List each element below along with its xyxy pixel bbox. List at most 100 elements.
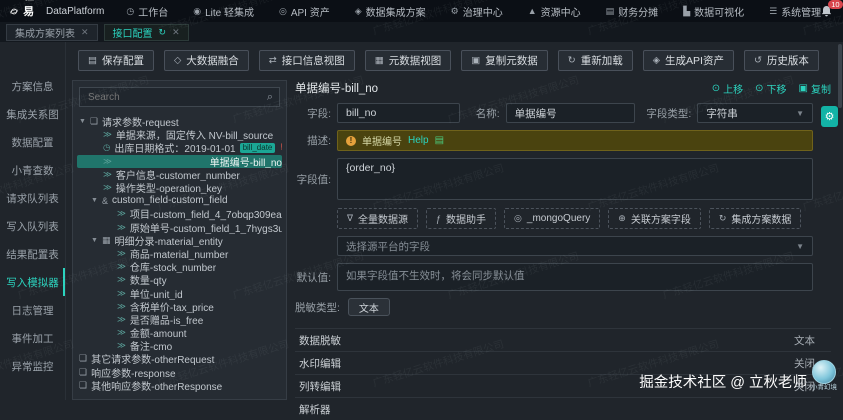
tab-interface-config[interactable]: 接口配置 ↻ ✕: [104, 24, 189, 41]
metadata-view-button[interactable]: ▦元数据视图: [365, 50, 451, 71]
sidebar-item-exception-monitor[interactable]: 异常监控: [0, 352, 65, 380]
search-icon: ⌕: [267, 91, 273, 104]
source-field-select[interactable]: 选择源平台的字段 ▼: [337, 236, 813, 256]
nav-item-finance[interactable]: ▤财务分摊: [606, 4, 659, 19]
tree-node[interactable]: ≫客户信息-customer_number: [77, 168, 282, 181]
chart-icon: ▙: [683, 6, 690, 17]
move-down-button[interactable]: ⊙下移: [755, 81, 786, 96]
data-helper-button[interactable]: ƒ数据助手: [426, 208, 496, 229]
tree-node[interactable]: ≫单位-unit_id: [77, 286, 282, 299]
mask-type-select[interactable]: 文本: [348, 298, 390, 316]
refresh-icon[interactable]: ↻: [159, 27, 167, 38]
scrollbar[interactable]: [838, 44, 842, 108]
api-icon: ◎: [279, 6, 287, 17]
default-value-textarea[interactable]: 如果字段值不生效时，将会同步默认值: [337, 263, 813, 291]
generate-api-button[interactable]: ◈生成API资产: [643, 50, 734, 71]
copy-metadata-button[interactable]: ▣复制元数据: [461, 50, 547, 71]
full-datasource-button[interactable]: ∇全量数据源: [337, 208, 418, 229]
notification-bell-icon[interactable]: 10: [821, 5, 833, 17]
help-link[interactable]: Help: [408, 135, 429, 146]
lite-icon: ◉: [193, 6, 201, 17]
tree-node-other-response[interactable]: ❏其他响应参数-otherResponse: [77, 379, 282, 392]
mascot-label: 小青幻境: [810, 384, 838, 392]
nav-item-governance[interactable]: ⚙治理中心: [451, 4, 503, 19]
tree-node-bill-no-selected[interactable]: ≫单据编号-bill_no: [77, 155, 282, 168]
mongo-query-button[interactable]: ◎_mongoQuery: [504, 208, 600, 229]
nav-item-visualization[interactable]: ▙数据可视化: [683, 4, 744, 19]
tree-node[interactable]: ≫操作类型-operation_key: [77, 181, 282, 194]
value-row: 字段值: {order_no}: [295, 158, 813, 200]
history-version-button[interactable]: ↺历史版本: [744, 50, 819, 71]
panel-data-masking[interactable]: 数据脱敏 文本: [295, 328, 831, 351]
integration-data-button[interactable]: ↻集成方案数据: [709, 208, 802, 229]
sidebar-item-log-manage[interactable]: 日志管理: [0, 296, 65, 324]
bigdata-merge-button[interactable]: ◇大数据融合: [164, 50, 249, 71]
interface-info-view-button[interactable]: ⇄接口信息视图: [259, 50, 355, 71]
copy-field-button[interactable]: ▣复制: [799, 81, 831, 96]
link-scheme-field-button[interactable]: ⊕关联方案字段: [608, 208, 701, 229]
nav-item-integration[interactable]: ◈数据集成方案: [355, 4, 426, 19]
tree-node[interactable]: ≫单据来源，固定传入 NV-bill_source: [77, 128, 282, 141]
close-icon[interactable]: ✕: [172, 27, 180, 38]
caret-down-icon[interactable]: ▼: [91, 237, 98, 244]
notification-badge: 10: [828, 0, 842, 9]
field-icon: ≫: [117, 301, 126, 312]
type-label: 字段类型:: [635, 106, 691, 121]
tree-node[interactable]: ≫金额-amount: [77, 326, 282, 339]
header-actions: ⊙上移 ⊙下移 ▣复制: [712, 81, 831, 96]
value-label: 字段值:: [295, 172, 331, 187]
tree-node[interactable]: ≫数量-qty: [77, 273, 282, 286]
nav-item-api-assets[interactable]: ◎API 资产: [279, 4, 330, 19]
field-input[interactable]: bill_no: [337, 103, 460, 123]
tree-node[interactable]: ≫原始单号-custom_field_1_7hygs3uh415: [77, 221, 282, 234]
move-up-button[interactable]: ⊙上移: [712, 81, 743, 96]
name-input[interactable]: 单据编号: [506, 103, 636, 123]
type-select[interactable]: 字符串▼: [697, 103, 813, 123]
save-config-button[interactable]: ▤保存配置: [78, 50, 154, 71]
sidebar-item-result-config[interactable]: 结果配置表: [0, 240, 65, 268]
tree-node-other-request[interactable]: ❏其它请求参数-otherRequest: [77, 352, 282, 365]
tree-node[interactable]: ≫商品-material_number: [77, 247, 282, 260]
tree-node-bill-date[interactable]: ◷出库日期格式：2019-01-01bill_date⚑: [77, 141, 282, 154]
tree-node-custom-field-group[interactable]: ▼&custom_field-custom_field: [77, 194, 282, 207]
search-input[interactable]: [86, 91, 267, 104]
sidebar-item-xiaoqing-query[interactable]: 小青查数: [0, 156, 65, 184]
tree-node-response[interactable]: ❏响应参数-response: [77, 366, 282, 379]
caret-down-icon[interactable]: ▼: [79, 118, 86, 125]
caret-down-icon[interactable]: ▼: [91, 197, 98, 204]
circle-up-icon: ⊙: [712, 83, 720, 94]
tree-node[interactable]: ≫备注-cmo: [77, 339, 282, 352]
sidebar-item-relation-graph[interactable]: 集成关系图: [0, 100, 65, 128]
save-icon: ▤: [88, 55, 97, 66]
sidebar-item-scheme-info[interactable]: 方案信息: [0, 72, 65, 100]
chevron-down-icon: ▼: [796, 109, 804, 118]
mascot-sticker: 小青幻境: [810, 360, 838, 392]
field-icon: ≫: [103, 156, 112, 167]
tree-node[interactable]: ≫含税单价-tax_price: [77, 300, 282, 313]
logo-product: DataPlatform: [46, 6, 104, 17]
sidebar-item-write-simulator[interactable]: 写入模拟器: [0, 268, 65, 296]
tab-scheme-list[interactable]: 集成方案列表 ✕: [6, 24, 98, 41]
panel-parser[interactable]: 解析器: [295, 397, 831, 420]
tree-node[interactable]: ≫项目-custom_field_4_7obqp309ea5_number: [77, 207, 282, 220]
sidebar-item-event-process[interactable]: 事件加工: [0, 324, 65, 352]
desc-input[interactable]: ! 单据编号 Help ▤: [337, 130, 813, 151]
sidebar-item-request-queue[interactable]: 请求队列表: [0, 184, 65, 212]
nav-item-system[interactable]: ☰系统管理: [769, 4, 821, 19]
field-value-textarea[interactable]: {order_no}: [337, 158, 813, 200]
tree-node[interactable]: ≫仓库-stock_number: [77, 260, 282, 273]
settings-fab[interactable]: ⚙: [821, 106, 838, 127]
nav-item-lite[interactable]: ◉Lite 轻集成: [193, 4, 254, 19]
table-icon: ▦: [102, 235, 111, 246]
sidebar-item-data-config[interactable]: 数据配置: [0, 128, 65, 156]
reload-button[interactable]: ↻重新加载: [558, 50, 633, 71]
nav-item-workbench[interactable]: ◷工作台: [126, 4, 168, 19]
link-icon: ⊕: [618, 213, 626, 224]
close-icon[interactable]: ✕: [81, 27, 89, 38]
tree-node[interactable]: ≫是否赠品-is_free: [77, 313, 282, 326]
sidebar-item-write-queue[interactable]: 写入队列表: [0, 212, 65, 240]
tree-node-material-entity-group[interactable]: ▼▦明细分录-material_entity: [77, 234, 282, 247]
nav-item-resource[interactable]: ▲资源中心: [528, 4, 581, 19]
tree-node-request[interactable]: ▼❏请求参数-request: [77, 115, 282, 128]
tree-search[interactable]: ⌕: [79, 87, 280, 107]
